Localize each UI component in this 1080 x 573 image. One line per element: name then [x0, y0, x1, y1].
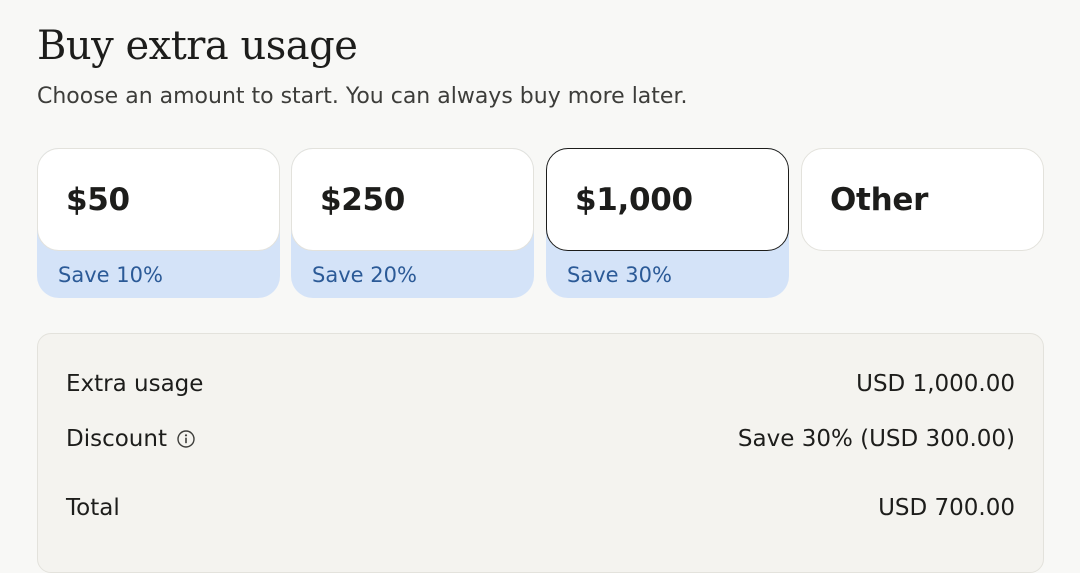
- discount-label-group: Discount: [66, 423, 195, 455]
- amount-options: $50 Save 10% $250 Save 20% $1,000 Save 3…: [37, 148, 1044, 300]
- option-other[interactable]: Other: [801, 148, 1044, 298]
- extra-usage-label: Extra usage: [66, 371, 204, 397]
- discount-row: Discount Save 30% (USD 300.00): [66, 423, 1015, 455]
- extra-usage-row: Extra usage USD 1,000.00: [66, 368, 1015, 400]
- total-row: Total USD 700.00: [66, 492, 1015, 524]
- option-amount: $250: [320, 181, 406, 218]
- page-title: Buy extra usage: [37, 23, 358, 69]
- option-50[interactable]: $50 Save 10%: [37, 148, 280, 298]
- option-discount-label: Save 20%: [312, 263, 417, 287]
- option-card[interactable]: $1,000: [546, 148, 789, 251]
- option-amount: Other: [830, 181, 929, 218]
- option-discount-label: Save 30%: [567, 263, 672, 287]
- info-icon[interactable]: [177, 430, 195, 448]
- order-summary: Extra usage USD 1,000.00 Discount Save 3…: [37, 333, 1044, 573]
- extra-usage-value: USD 1,000.00: [856, 371, 1015, 397]
- option-card[interactable]: $250: [291, 148, 534, 251]
- option-card[interactable]: Other: [801, 148, 1044, 251]
- option-discount-label: Save 10%: [58, 263, 163, 287]
- option-250[interactable]: $250 Save 20%: [291, 148, 534, 298]
- option-amount: $50: [66, 181, 130, 218]
- option-1000[interactable]: $1,000 Save 30%: [546, 148, 789, 298]
- total-value: USD 700.00: [878, 495, 1015, 521]
- discount-value: Save 30% (USD 300.00): [737, 426, 1015, 452]
- page-subtitle: Choose an amount to start. You can alway…: [37, 84, 688, 109]
- total-label: Total: [66, 495, 120, 521]
- option-amount: $1,000: [575, 181, 693, 218]
- option-card[interactable]: $50: [37, 148, 280, 251]
- discount-label: Discount: [66, 426, 167, 452]
